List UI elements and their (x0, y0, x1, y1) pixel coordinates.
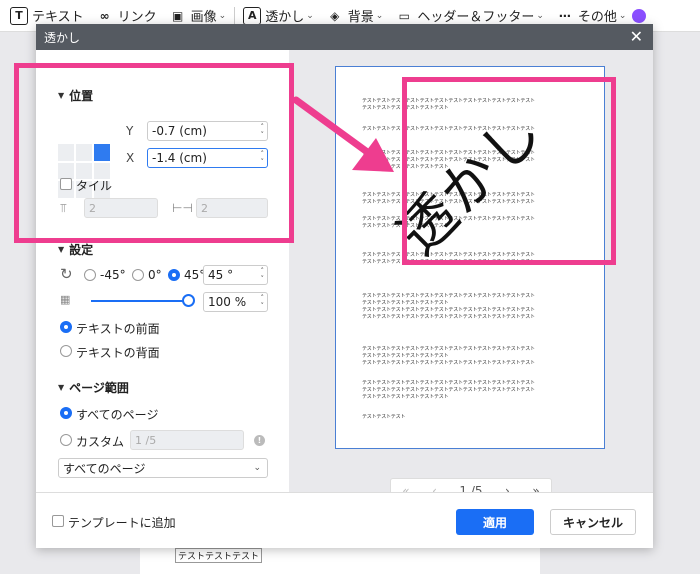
chevron-down-icon: ⌄ (536, 10, 544, 21)
opacity-input[interactable]: 100 % ˄ ˅ (203, 292, 268, 312)
page-range-section-title[interactable]: ▼ ページ範囲 (58, 379, 129, 396)
preview-text-line: テストテストテストテストテストテストテストテストテストテストテストテスト (362, 293, 535, 299)
rotation-0-radio[interactable] (132, 269, 144, 281)
chevron-down-icon: ⌄ (618, 10, 627, 21)
preview-text-line: テストテストテストテストテストテストテストテストテストテストテストテスト (362, 380, 535, 386)
cancel-button[interactable]: キャンセル (550, 509, 636, 535)
toolbar-more-label: その他 (577, 10, 617, 25)
header-footer-icon: ▭ (398, 8, 410, 23)
rotation-0-label: 0° (148, 268, 162, 282)
opacity-slider-knob[interactable] (182, 294, 195, 307)
preview-text-line: テストテストテストテストテストテストテストテストテストテストテストテスト (362, 387, 535, 393)
apply-button[interactable]: 適用 (456, 509, 534, 535)
custom-pages-value: 1 /5 (135, 433, 157, 447)
dialog-footer: テンプレートに追加 適用 キャンセル (36, 492, 653, 548)
preview-text-line: テストテストテスト (362, 414, 406, 420)
chevron-down-icon: ⌄ (253, 463, 261, 473)
avatar[interactable] (632, 8, 647, 23)
collapse-triangle-icon: ▼ (58, 245, 65, 254)
info-icon[interactable]: ! (254, 435, 265, 446)
chevron-down-icon: ⌄ (218, 10, 227, 21)
page-subset-value: すべてのページ (63, 461, 146, 476)
rotate-icon: ↻ (60, 265, 73, 283)
position-highlight-box (14, 63, 294, 243)
toolbar-header-footer-label: ヘッダー＆フッター (417, 10, 535, 25)
behind-text-label: テキストの背面 (76, 346, 160, 360)
link-icon: ∞ (99, 8, 110, 23)
annotation-arrow-icon (292, 96, 394, 172)
opacity-value: 100 % (208, 295, 247, 309)
preview-text-line: テストテストテストテストテストテストテストテストテストテストテストテスト (362, 360, 535, 366)
image-icon: ▣ (171, 8, 184, 23)
more-icon: ⋯ (558, 8, 571, 23)
background-document-text: テストテストテスト (175, 548, 263, 563)
dialog-title: 透かし (44, 30, 81, 45)
dialog-header: 透かし ✕ (36, 24, 653, 50)
custom-pages-input[interactable]: 1 /5 (130, 430, 244, 450)
preview-text-line: テストテストテストテストテストテストテストテストテストテストテストテスト (362, 307, 535, 313)
add-to-template-checkbox[interactable] (52, 515, 64, 527)
custom-pages-label: カスタム (76, 435, 125, 449)
toolbar-text-label: テキスト (32, 10, 84, 25)
rotation-minus45-radio[interactable] (84, 269, 96, 281)
background-icon: ◈ (330, 8, 340, 23)
front-of-text-label: テキストの前面 (76, 322, 160, 336)
watermark-icon: A (243, 6, 262, 25)
front-of-text-radio[interactable] (60, 321, 72, 333)
settings-title-text: 設定 (69, 243, 94, 257)
preview-highlight-box (402, 77, 616, 265)
behind-text-radio[interactable] (60, 345, 72, 357)
toolbar-link-label: リンク (117, 10, 157, 25)
opacity-slider-track[interactable] (91, 300, 191, 302)
add-to-template-label: テンプレートに追加 (68, 516, 176, 530)
preview-text-line: テストテストテストテストテストテストテストテストテストテストテストテスト (362, 346, 535, 352)
chevron-down-icon: ⌄ (375, 10, 384, 21)
toolbar-watermark-label: 透かし (265, 10, 305, 25)
toolbar-image-label: 画像 (190, 10, 217, 25)
rotation-45-radio[interactable] (168, 269, 180, 281)
custom-pages-radio[interactable] (60, 434, 72, 446)
close-icon[interactable]: ✕ (630, 29, 643, 45)
collapse-triangle-icon: ▼ (58, 383, 65, 392)
rotation-angle-input[interactable]: 45 ° ˄ ˅ (203, 265, 268, 285)
page-subset-select[interactable]: すべてのページ ⌄ (58, 458, 268, 478)
settings-section-title[interactable]: ▼ 設定 (58, 241, 93, 258)
stepper-arrows-icon[interactable]: ˄ ˅ (261, 293, 265, 311)
preview-text-line: テストテストテストテストテストテスト (362, 353, 449, 359)
text-icon: T (10, 6, 28, 25)
rotation-minus45-label: -45° (100, 268, 126, 282)
all-pages-radio[interactable] (60, 407, 72, 419)
toolbar-background-label: 背景 (347, 10, 374, 25)
preview-text-line: テストテストテストテストテストテスト (362, 300, 449, 306)
chevron-down-icon: ⌄ (306, 10, 314, 21)
rotation-angle-value: 45 ° (208, 268, 234, 282)
page-range-title-text: ページ範囲 (69, 381, 129, 395)
all-pages-label: すべてのページ (76, 408, 159, 422)
opacity-icon: ▦ (60, 293, 71, 306)
preview-text-line: テストテストテストテストテストテストテストテストテストテストテストテスト (362, 314, 535, 320)
preview-text-line: テストテストテストテストテストテスト (362, 394, 449, 400)
toolbar-divider (234, 6, 236, 25)
stepper-arrows-icon[interactable]: ˄ ˅ (261, 266, 265, 284)
